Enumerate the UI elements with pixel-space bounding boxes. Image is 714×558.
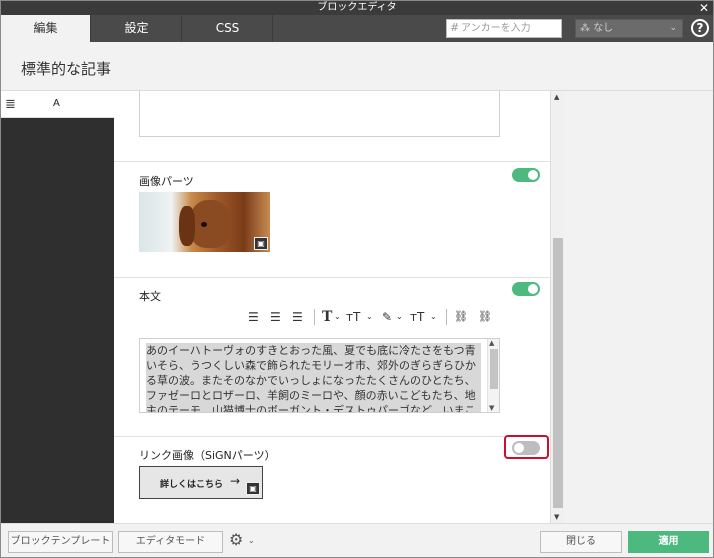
text-style-icon[interactable]: T — [322, 307, 332, 327]
tab-settings[interactable]: 設定 — [92, 15, 182, 42]
image-icon[interactable]: ▣ — [254, 237, 268, 250]
divider — [114, 277, 550, 278]
previous-textarea[interactable] — [139, 91, 500, 137]
scroll-up-icon[interactable]: ▲ — [554, 93, 559, 101]
body-block-toggle[interactable] — [512, 282, 540, 296]
dog-ear-shape — [179, 206, 195, 246]
unlink-icon[interactable]: ⛓ — [478, 307, 492, 327]
chevron-down-icon: ⌄ — [669, 23, 677, 33]
line-height-icon[interactable]: ᴛT — [410, 307, 424, 327]
footer: ブロックテンプレート エディタモード ⚙ ⌄ 閉じる 適用 — [1, 523, 713, 557]
left-panel: ≣ A — [1, 91, 114, 523]
dog-nose-shape — [201, 222, 207, 227]
menu-icon[interactable]: ≣ — [5, 97, 16, 112]
anchor-input[interactable] — [461, 21, 559, 36]
chevron-down-icon[interactable]: ⌄ — [248, 536, 255, 545]
body-text: あのイーハトーヴォのすきとおった風、夏でも底に冷たさをもつ青いそら、うつくしい森… — [146, 343, 481, 412]
editor-mode-button[interactable]: エディタモード — [118, 531, 223, 553]
close-icon[interactable]: ✕ — [699, 1, 709, 15]
audience-select-value: なし — [593, 23, 614, 34]
textarea-scrollbar[interactable]: ▲ ▼ — [487, 339, 499, 412]
block-template-button[interactable]: ブロックテンプレート — [8, 531, 113, 553]
dog-head-shape — [189, 200, 231, 248]
title-bar: ブロックエディタ ✕ — [1, 1, 713, 15]
text-toolbar: ☰ ☰ ☰ T ⌄ ᴛT ⌄ ✎ ⌄ ᴛT ⌄ ⛓ ⛓ — [248, 307, 508, 327]
apply-button[interactable]: 適用 — [628, 531, 709, 553]
align-right-icon[interactable]: ☰ — [292, 307, 303, 327]
align-center-icon[interactable]: ☰ — [270, 307, 281, 327]
window-title: ブロックエディタ — [317, 2, 397, 13]
font-size-icon[interactable]: ᴛT — [346, 307, 360, 327]
anchor-field: # — [446, 19, 562, 38]
main-scrollbar[interactable]: ▲ ▼ — [550, 91, 564, 523]
dog-image[interactable]: ▣ — [139, 192, 270, 252]
body-block-label: 本文 — [139, 290, 161, 303]
link-block-label: リンク画像（SiGNパーツ） — [139, 449, 276, 462]
arrow-right-icon: → — [230, 474, 241, 488]
gear-icon[interactable]: ⚙ — [229, 530, 243, 549]
align-left-icon[interactable]: ☰ — [248, 307, 259, 327]
tab-css[interactable]: CSS — [183, 15, 273, 42]
page-title: 標準的な記事 — [21, 60, 112, 78]
close-button[interactable]: 閉じる — [540, 531, 622, 553]
chevron-down-icon[interactable]: ⌄ — [366, 307, 373, 327]
scroll-down-icon[interactable]: ▼ — [489, 404, 494, 412]
help-icon[interactable]: ? — [691, 19, 709, 37]
toolbar-divider — [446, 309, 447, 325]
tab-edit[interactable]: 編集 — [1, 15, 91, 42]
scroll-down-icon[interactable]: ▼ — [554, 513, 559, 521]
main-scroll-thumb[interactable] — [553, 238, 563, 508]
scroll-up-icon[interactable]: ▲ — [489, 339, 494, 347]
right-panel — [564, 91, 713, 523]
image-block-label: 画像パーツ — [139, 175, 194, 188]
link-block-toggle[interactable] — [512, 441, 540, 455]
tab-bar: 編集 設定 CSS # ⁂ なし ⌄ ? — [1, 15, 713, 42]
left-panel-label: A — [53, 98, 60, 109]
text-color-icon[interactable]: ✎ — [382, 307, 392, 327]
user-group-icon: ⁂ — [580, 23, 594, 34]
image-icon[interactable]: ▣ — [246, 482, 260, 495]
divider — [114, 161, 550, 162]
link-icon[interactable]: ⛓ — [454, 307, 468, 327]
editor-main: 画像パーツ ▣ 本文 ☰ ☰ ☰ T ⌄ ᴛT ⌄ ✎ ⌄ ᴛT ⌄ ⛓ ⛓ あ… — [114, 91, 550, 523]
divider — [114, 436, 550, 437]
chevron-down-icon[interactable]: ⌄ — [430, 307, 437, 327]
sign-button-image[interactable]: 詳しくはこちら → ▣ — [139, 466, 263, 499]
chevron-down-icon[interactable]: ⌄ — [334, 307, 341, 327]
textarea-scroll-thumb[interactable] — [490, 349, 498, 389]
page-header: 標準的な記事 — [1, 42, 713, 91]
audience-select[interactable]: ⁂ なし ⌄ — [575, 19, 683, 38]
toolbar-divider — [314, 309, 315, 325]
chevron-down-icon[interactable]: ⌄ — [396, 307, 403, 327]
hash-icon: # — [450, 21, 460, 34]
body-textarea[interactable]: あのイーハトーヴォのすきとおった風、夏でも底に冷たさをもつ青いそら、うつくしい森… — [139, 338, 500, 413]
left-panel-row[interactable]: ≣ A — [1, 91, 114, 118]
block-editor-window: ブロックエディタ ✕ 編集 設定 CSS # ⁂ なし ⌄ ? 標準的な記事 ≣… — [0, 0, 714, 558]
sign-button-text: 詳しくはこちら — [160, 480, 224, 490]
image-block-toggle[interactable] — [512, 168, 540, 182]
